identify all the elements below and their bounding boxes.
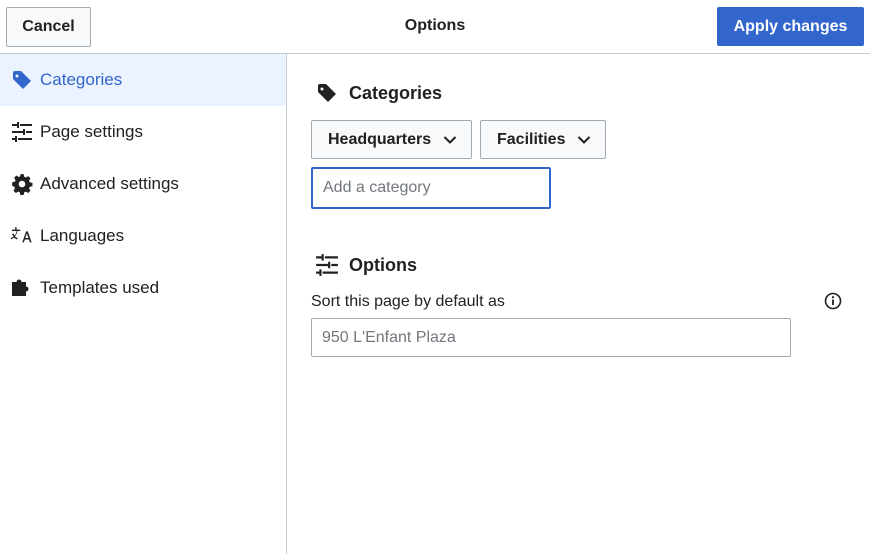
- options-heading: Options: [315, 253, 417, 277]
- category-chip-label: Facilities: [497, 130, 566, 148]
- sidebar-item-label: Languages: [40, 226, 125, 245]
- category-chip-label: Headquarters: [328, 130, 432, 148]
- sidebar-item-categories[interactable]: Categories: [0, 54, 286, 106]
- main-panel: Categories Headquarters Facilities Optio…: [287, 54, 870, 554]
- sidebar-item-label: Categories: [40, 70, 123, 89]
- language-icon: [11, 225, 33, 247]
- settings-sliders-icon: [315, 253, 339, 277]
- sidebar-item-languages[interactable]: Languages: [0, 210, 286, 262]
- apply-changes-button[interactable]: Apply changes: [717, 7, 864, 46]
- dialog-header: Cancel Options Apply changes: [0, 0, 870, 54]
- chevron-down-icon: [443, 133, 457, 147]
- cancel-button[interactable]: Cancel: [6, 7, 91, 47]
- add-category-input[interactable]: [311, 167, 551, 209]
- sort-key-input[interactable]: [311, 318, 791, 357]
- puzzle-icon: [11, 277, 33, 299]
- sidebar-item-label: Page settings: [40, 122, 144, 141]
- tag-icon: [315, 81, 339, 105]
- categories-heading-text: Categories: [349, 82, 443, 103]
- sidebar-item-page-settings[interactable]: Page settings: [0, 106, 286, 158]
- options-heading-text: Options: [349, 254, 417, 275]
- tag-icon: [11, 69, 33, 91]
- chevron-down-icon: [577, 133, 591, 147]
- gear-icon: [11, 173, 33, 195]
- sort-key-label: Sort this page by default as: [311, 293, 505, 310]
- sidebar-item-label: Advanced settings: [40, 174, 179, 193]
- sidebar-item-templates-used[interactable]: Templates used: [0, 262, 286, 314]
- categories-heading: Categories: [315, 81, 442, 105]
- info-icon[interactable]: [823, 291, 843, 311]
- settings-sliders-icon: [11, 121, 33, 143]
- sidebar: Categories Page settings Advanced settin…: [0, 54, 287, 554]
- sidebar-item-advanced-settings[interactable]: Advanced settings: [0, 158, 286, 210]
- sidebar-item-label: Templates used: [40, 278, 160, 297]
- category-chip-headquarters[interactable]: Headquarters: [311, 120, 472, 159]
- category-chip-facilities[interactable]: Facilities: [480, 120, 606, 159]
